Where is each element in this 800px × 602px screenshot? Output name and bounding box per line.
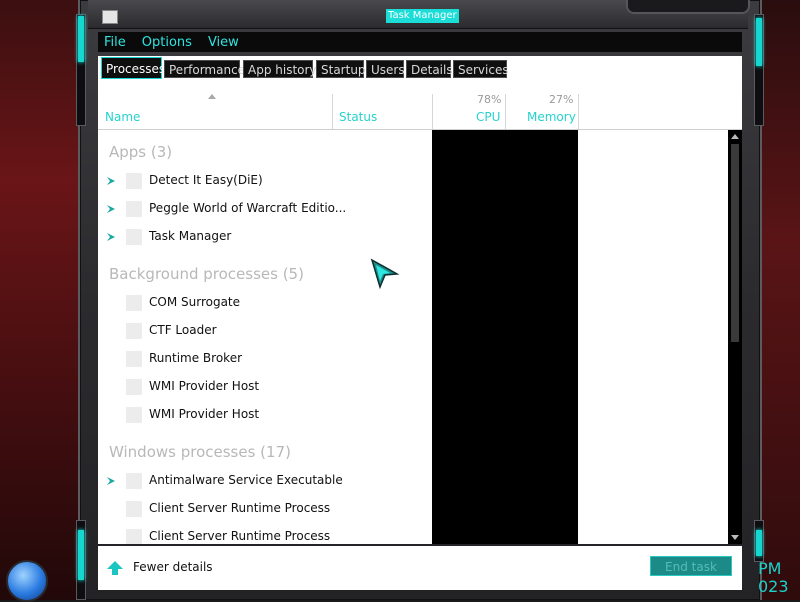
column-memory[interactable]: Memory — [527, 110, 576, 124]
tab-performance[interactable]: Performance — [164, 60, 245, 78]
menu-bar: File Options View — [98, 32, 742, 52]
window-title: Task Manager — [386, 9, 459, 23]
processes-panel: Name Status 78% CPU 27% Memory Apps (3) … — [98, 80, 742, 544]
column-separator[interactable] — [578, 94, 579, 130]
tab-processes[interactable]: Processes — [101, 57, 165, 79]
process-name: CTF Loader — [149, 323, 217, 337]
column-separator[interactable] — [332, 94, 333, 130]
scrollbar-thumb[interactable] — [731, 144, 739, 342]
taskbar-clock[interactable]: PM 023 — [758, 560, 789, 596]
sort-up-icon — [208, 94, 216, 99]
column-status[interactable]: Status — [339, 110, 377, 124]
process-name: Task Manager — [149, 229, 232, 243]
tab-bar: Processes Performance App history Startu… — [98, 56, 742, 80]
list-item[interactable]: WMI Provider Host — [98, 403, 728, 429]
process-icon — [126, 351, 142, 367]
process-name: Client Server Runtime Process — [149, 529, 331, 543]
memory-percent: 27% — [549, 93, 574, 106]
header-divider — [98, 129, 742, 130]
process-icon — [126, 229, 142, 245]
list-item[interactable]: COM Surrogate — [98, 291, 728, 317]
process-name: WMI Provider Host — [149, 407, 260, 421]
column-separator[interactable] — [505, 94, 506, 130]
list-item[interactable]: Peggle World of Warcraft Editio... — [98, 197, 728, 223]
scroll-up-icon[interactable] — [731, 134, 739, 139]
menu-options[interactable]: Options — [142, 35, 192, 50]
process-name: COM Surrogate — [149, 295, 241, 309]
process-icon — [126, 407, 142, 423]
vertical-scrollbar[interactable] — [728, 130, 742, 544]
chevron-right-icon[interactable] — [106, 476, 116, 486]
start-orb-button[interactable] — [6, 560, 48, 602]
tab-services[interactable]: Services — [453, 60, 509, 78]
footer-bar: Fewer details End task — [98, 546, 742, 590]
tab-details[interactable]: Details — [406, 60, 453, 78]
column-cpu[interactable]: CPU — [476, 110, 500, 124]
process-icon — [126, 173, 142, 189]
process-name: WMI Provider Host — [149, 379, 260, 393]
menu-file[interactable]: File — [104, 35, 126, 50]
process-icon — [126, 473, 142, 489]
menu-view[interactable]: View — [208, 35, 239, 50]
group-header-apps[interactable]: Apps (3) — [109, 143, 172, 161]
frame-accent-right-top — [756, 18, 762, 66]
frame-accent-left-top — [78, 16, 84, 62]
list-item[interactable]: Antimalware Service Executable — [98, 469, 728, 495]
clock-line-2: 023 — [758, 577, 789, 596]
clock-line-1: PM — [758, 559, 782, 578]
process-name: Detect It Easy(DiE) — [149, 173, 263, 187]
group-header-background[interactable]: Background processes (5) — [109, 265, 304, 283]
frame-accent-right-bottom — [756, 530, 762, 556]
cpu-percent: 78% — [477, 93, 502, 106]
list-item[interactable]: WMI Provider Host — [98, 375, 728, 401]
list-item[interactable]: Runtime Broker — [98, 347, 728, 373]
process-icon — [126, 529, 142, 544]
list-item[interactable]: Client Server Runtime Process — [98, 497, 728, 523]
task-manager-app-icon — [102, 10, 118, 24]
column-separator[interactable] — [432, 94, 433, 130]
process-name: Antimalware Service Executable — [149, 473, 343, 487]
list-item[interactable]: Client Server Runtime Process — [98, 525, 728, 544]
mouse-cursor-icon — [370, 258, 400, 290]
list-item[interactable]: Task Manager — [98, 225, 728, 251]
tab-startup[interactable]: Startup — [316, 60, 366, 78]
process-icon — [126, 379, 142, 395]
chevron-right-icon[interactable] — [106, 204, 116, 214]
tab-users[interactable]: Users — [366, 60, 405, 78]
process-name: Runtime Broker — [149, 351, 243, 365]
process-icon — [126, 501, 142, 517]
process-name: Peggle World of Warcraft Editio... — [149, 201, 347, 215]
process-icon — [126, 323, 142, 339]
list-item[interactable]: CTF Loader — [98, 319, 728, 345]
process-name: Client Server Runtime Process — [149, 501, 331, 515]
frame-accent-left-bottom — [78, 530, 84, 580]
fewer-details-arrow-icon[interactable] — [106, 560, 124, 576]
process-icon — [126, 201, 142, 217]
column-name[interactable]: Name — [105, 110, 140, 124]
chevron-right-icon[interactable] — [106, 232, 116, 242]
end-task-button[interactable]: End task — [650, 556, 732, 576]
chevron-right-icon[interactable] — [106, 176, 116, 186]
scroll-down-icon[interactable] — [731, 535, 739, 540]
title-bar-caption-controls[interactable] — [626, 0, 750, 14]
process-icon — [126, 295, 142, 311]
group-header-windows[interactable]: Windows processes (17) — [109, 443, 291, 461]
list-item[interactable]: Detect It Easy(DiE) — [98, 169, 728, 195]
fewer-details-button[interactable]: Fewer details — [133, 560, 213, 574]
tab-app-history[interactable]: App history — [243, 60, 317, 78]
